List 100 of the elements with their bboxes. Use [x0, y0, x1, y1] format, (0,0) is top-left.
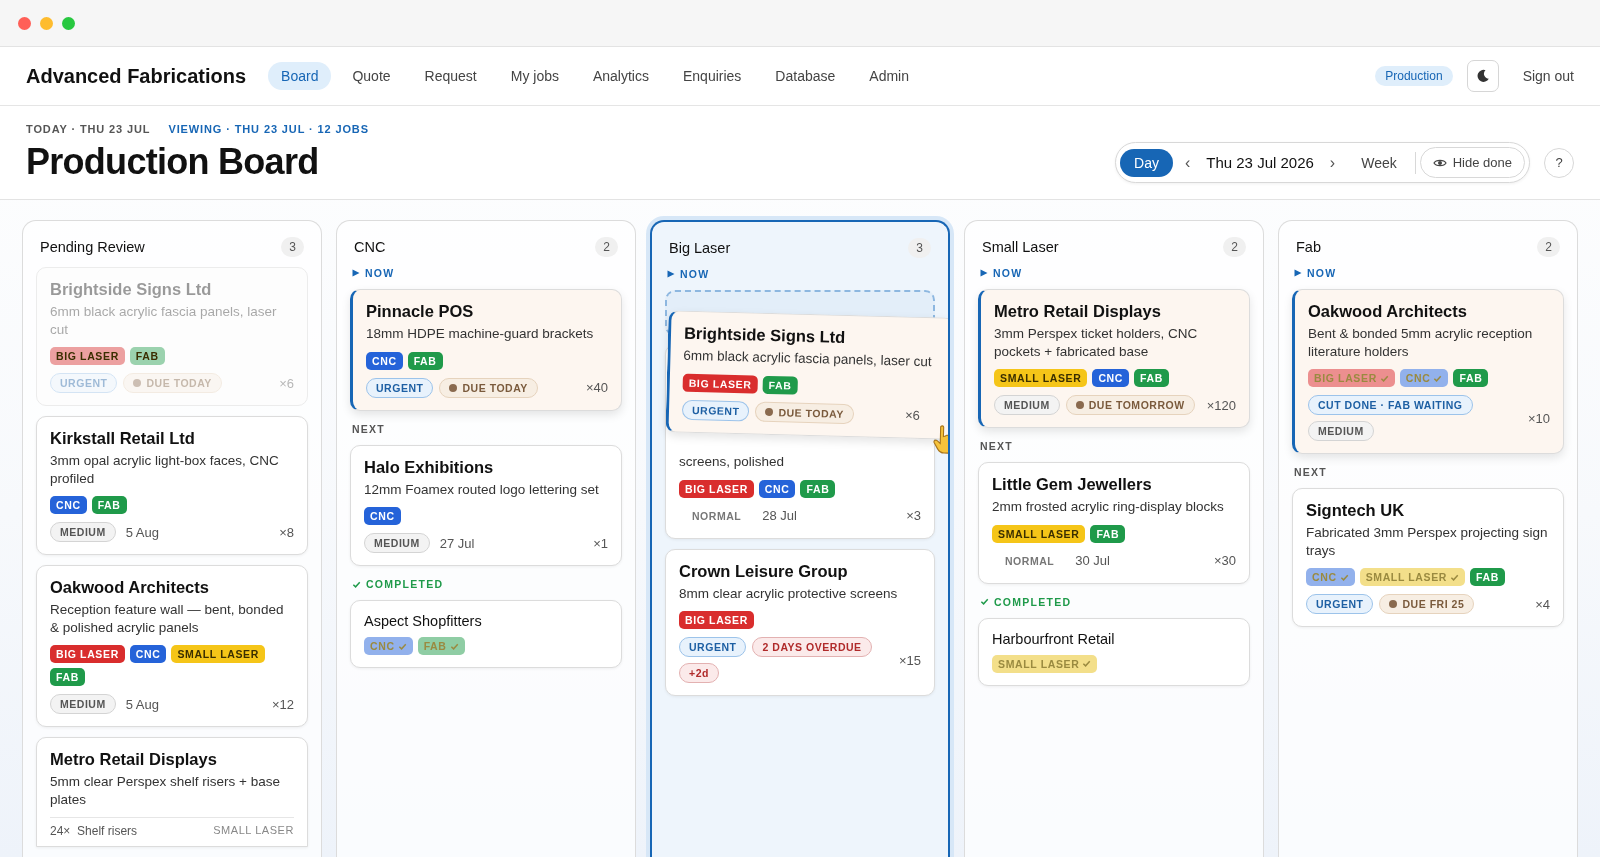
help-button[interactable]: ? — [1544, 147, 1574, 178]
station-tag: FAB — [129, 347, 165, 366]
job-card[interactable]: Oakwood Architects Bent & bonded 5mm acrylic reception literature holders BIG LASER CNC FAB CUT DONE · FAB WAITING MEDIUM ×10 — [1292, 289, 1564, 455]
previous-day-button[interactable]: ‹ — [1176, 153, 1199, 172]
station-tag: SMALL LASER — [1359, 568, 1466, 587]
section-label: COMPLETED — [994, 595, 1072, 608]
completed-card[interactable]: Aspect Shopfitters CNC FAB — [350, 600, 622, 669]
station-tag: FAB — [762, 375, 798, 395]
quantity: ×120 — [1206, 397, 1236, 413]
view-toggle[interactable]: Day — [1120, 148, 1173, 177]
job-description: 6mm black acrylic fascia panels, laser cut — [50, 303, 278, 339]
job-card[interactable]: Pinnacle POS 18mm HDPE machine-guard brackets CNC FAB URGENT DUE TODAY ×40 — [350, 289, 622, 411]
station-tag: FAB — [50, 668, 85, 687]
status-badge: 2 DAYS OVERDUE — [752, 637, 872, 658]
hide-done-button[interactable]: Hide done — [1419, 147, 1525, 178]
nav-tab[interactable]: Analytics — [579, 62, 662, 90]
play-icon — [667, 270, 675, 278]
job-card[interactable]: Brightside Signs Ltd 6mm black acrylic fascia panels, laser cut BIG LASER FAB URGENT DUE TODAY ×6 — [36, 267, 308, 407]
zoom-window-icon[interactable] — [62, 16, 75, 30]
view-toggle[interactable]: Week — [1347, 148, 1411, 177]
quantity: ×12 — [271, 696, 294, 712]
job-title: Oakwood Architects — [50, 578, 210, 598]
station-tag: CNC — [129, 645, 167, 664]
sign-out-link[interactable]: Sign out — [1522, 68, 1574, 84]
page-title: Production Board — [26, 141, 320, 183]
nav-tab[interactable]: Enquiries — [670, 62, 755, 90]
section-label: COMPLETED — [366, 578, 444, 591]
due-badge: DUE TOMORROW — [1065, 395, 1195, 416]
environment-badge: Production — [1375, 66, 1453, 86]
status-badge: URGENT — [366, 377, 434, 398]
nav-tab[interactable]: Database — [762, 62, 849, 90]
next-day-button[interactable]: › — [1321, 153, 1344, 172]
station-label: SMALL LASER — [213, 824, 294, 839]
station-tag: FAB — [417, 637, 465, 656]
job-card[interactable]: Kirkstall Retail Ltd 3mm opal acrylic light-box faces, CNC profiled CNC FAB MEDIUM 5 Aug ×8 — [36, 416, 308, 556]
quantity: ×4 — [1535, 596, 1550, 612]
job-card[interactable]: Oakwood Architects Reception feature wall — bent, bonded & polished acrylic panels BIG LASER CNC SMALL LASER FAB MEDIUM 5 Aug ×12 — [36, 565, 308, 728]
job-description: 2mm frosted acrylic ring-display blocks — [992, 498, 1225, 516]
due-badge: DUE TODAY — [123, 373, 222, 394]
count-badge: 2 — [1537, 237, 1560, 257]
station-tag: CNC — [364, 637, 413, 656]
completed-card[interactable]: Harbourfront Retail SMALL LASER — [978, 617, 1250, 686]
job-title: Pinnacle POS — [366, 302, 475, 321]
job-description: 18mm HDPE machine-guard brackets — [366, 325, 595, 343]
close-window-icon[interactable] — [18, 16, 31, 30]
count-badge: 2 — [1223, 237, 1246, 257]
due-date: 5 Aug — [125, 524, 159, 540]
job-title: Brightside Signs Ltd — [50, 280, 213, 299]
status-badge: MEDIUM — [1308, 421, 1374, 442]
job-description: Bent & bonded 5mm acrylic reception literature holders — [1308, 325, 1534, 361]
job-title: Halo Exhibitions — [364, 457, 495, 477]
job-card[interactable]: Little Gem Jewellers 2mm frosted acrylic ring-display blocks SMALL LASER FAB NORMAL 30 Jul ×30 — [978, 462, 1250, 584]
station-tag: BIG LASER — [679, 479, 754, 498]
job-description: Reception feature wall — bent, bonded & polished acrylic panels — [50, 601, 285, 637]
nav-tab[interactable]: Admin — [856, 62, 922, 90]
job-card[interactable]: Signtech UK Fabricated 3mm Perspex projecting sign trays CNC SMALL LASER FAB URGENT DUE FRI 25 ×4 — [1292, 488, 1564, 628]
status-badge: URGENT — [679, 637, 747, 658]
nav-tab[interactable]: Request — [411, 62, 490, 90]
quantity: ×1 — [593, 535, 608, 551]
job-title: Little Gem Jewellers — [992, 475, 1153, 495]
job-description: 3mm opal acrylic light-box faces, CNC profiled — [50, 452, 280, 488]
column-title: Small Laser — [982, 239, 1059, 255]
job-card[interactable]: Halo Exhibitions 12mm Foamex routed logo lettering set CNC MEDIUM 27 Jul ×1 — [350, 444, 622, 567]
status-badge: CUT DONE · FAB WAITING — [1308, 395, 1473, 416]
station-tag: BIG LASER — [1308, 369, 1395, 388]
quantity: ×8 — [279, 524, 294, 540]
station-tag: CNC — [50, 496, 87, 515]
nav-tab[interactable]: Board — [268, 62, 332, 90]
section-label: NEXT — [352, 422, 386, 435]
check-icon — [352, 579, 361, 589]
due-date: 28 Jul — [762, 508, 797, 524]
job-title: Signtech UK — [1306, 501, 1406, 521]
station-tag: BIG LASER — [682, 373, 758, 394]
due-badge: DUE TODAY — [755, 401, 855, 424]
station-tag: CNC — [758, 479, 796, 498]
count-badge: 2 — [595, 237, 618, 257]
job-title: Metro Retail Displays — [50, 750, 218, 770]
hand-cursor-icon — [931, 423, 948, 455]
check-icon — [1339, 572, 1349, 582]
minimize-window-icon[interactable] — [40, 16, 53, 30]
station-tag: FAB — [91, 496, 127, 515]
job-title: Harbourfront Retail — [992, 630, 1116, 647]
column-title: CNC — [354, 239, 386, 255]
check-icon — [449, 641, 459, 651]
nav-tab[interactable]: Quote — [339, 62, 404, 90]
job-card[interactable]: Crown Leisure Group 8mm clear acrylic protective screens BIG LASER URGENT 2 DAYS OVERDUE +2d ×15 — [665, 548, 935, 697]
today-label: TODAY · THU 23 JUL — [26, 123, 151, 135]
station-tag: FAB — [407, 351, 443, 370]
job-card[interactable]: Metro Retail Displays 5mm clear Perspex shelf risers + base plates 24× Shelf risers SMALL LASER — [36, 737, 308, 848]
job-card[interactable]: Metro Retail Displays 3mm Perspex ticket holders, CNC pockets + fabricated base SMALL LASER CNC FAB MEDIUM DUE TOMORROW ×120 — [978, 289, 1250, 429]
status-badge: URGENT — [50, 373, 118, 394]
nav-tab[interactable]: My jobs — [497, 62, 572, 90]
section-label: NOW — [1307, 267, 1337, 279]
theme-toggle-button[interactable] — [1466, 60, 1499, 92]
count-badge: 3 — [281, 237, 304, 257]
status-badge: +2d — [679, 663, 719, 684]
station-tag: CNC — [1399, 369, 1449, 388]
station-tag: FAB — [1134, 369, 1169, 388]
section-label: NEXT — [1294, 466, 1328, 479]
quantity: ×6 — [904, 407, 922, 424]
